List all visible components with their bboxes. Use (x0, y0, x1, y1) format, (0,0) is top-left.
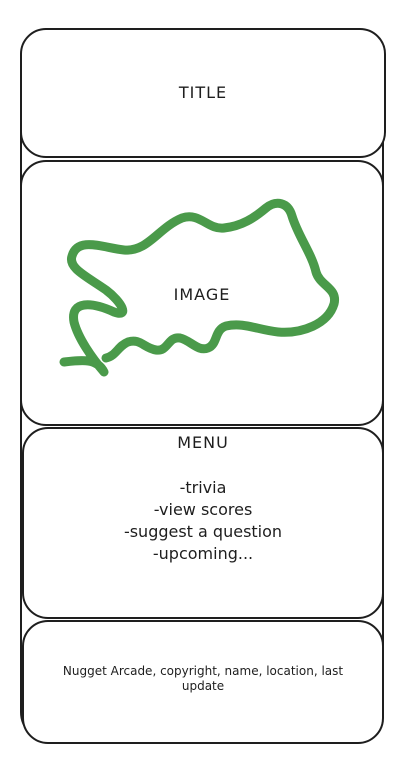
image-panel: IMAGE (20, 160, 384, 426)
menu-item-upcoming[interactable]: -upcoming... (24, 543, 382, 565)
menu-item-suggest-question[interactable]: -suggest a question (24, 521, 382, 543)
menu-panel: MENU -trivia -view scores -suggest a que… (22, 427, 384, 619)
footer-panel: Nugget Arcade, copyright, name, location… (22, 620, 384, 744)
image-label: IMAGE (173, 285, 231, 304)
title-label: TITLE (178, 83, 228, 102)
menu-item-view-scores[interactable]: -view scores (24, 499, 382, 521)
menu-heading: MENU (177, 433, 229, 452)
menu-list: -trivia -view scores -suggest a question… (24, 477, 382, 565)
title-panel: TITLE (20, 28, 386, 158)
footer-text: Nugget Arcade, copyright, name, location… (62, 664, 344, 693)
menu-item-trivia[interactable]: -trivia (24, 477, 382, 499)
